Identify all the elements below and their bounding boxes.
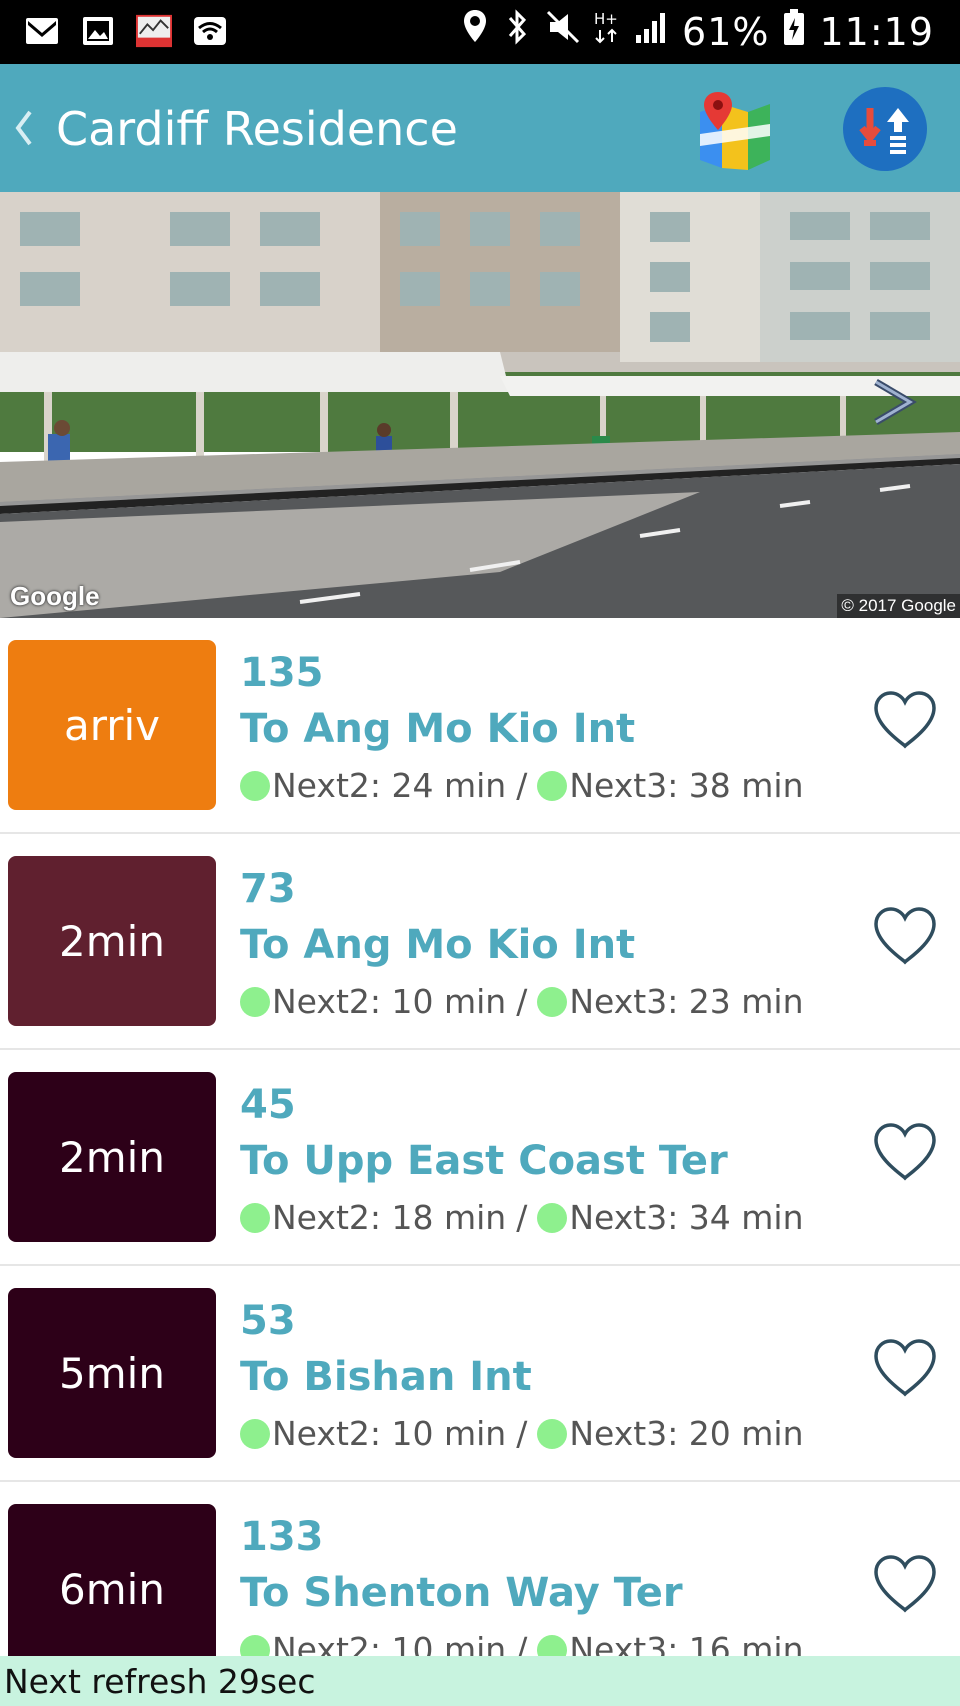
gallery-icon (80, 12, 116, 50)
separator: / (516, 982, 528, 1021)
next3-label: Next3: 23 min (569, 982, 804, 1021)
list-item[interactable]: 2min 73 To Ang Mo Kio Int Next2: 10 min … (0, 834, 960, 1050)
next3-label: Next3: 20 min (569, 1414, 804, 1453)
service-number: 133 (240, 1514, 324, 1560)
next-arrivals: Next2: 24 min / Next3: 38 min (240, 766, 804, 805)
refresh-bar: Next refresh 29sec (0, 1656, 960, 1706)
back-icon[interactable] (8, 104, 38, 152)
separator: / (516, 766, 528, 805)
favorite-heart-icon[interactable] (872, 1338, 938, 1398)
destination: To Upp East Coast Ter (240, 1138, 728, 1184)
refresh-countdown: Next refresh 29sec (4, 1662, 316, 1701)
separator: / (516, 1198, 528, 1237)
sort-icon[interactable] (842, 86, 928, 172)
list-item[interactable]: 2min 45 To Upp East Coast Ter Next2: 18 … (0, 1050, 960, 1266)
next-arrivals: Next2: 10 min / Next3: 20 min (240, 1414, 804, 1453)
bus-arrivals-list: arriv 135 To Ang Mo Kio Int Next2: 24 mi… (0, 618, 960, 1698)
next2-label: Next2: 18 min (272, 1198, 507, 1237)
eta-badge: arriv (8, 640, 216, 810)
eta-badge: 6min (8, 1504, 216, 1674)
favorite-heart-icon[interactable] (872, 906, 938, 966)
favorite-heart-icon[interactable] (872, 690, 938, 750)
eta-badge: 2min (8, 856, 216, 1026)
next-arrivals: Next2: 18 min / Next3: 34 min (240, 1198, 804, 1237)
next2-label: Next2: 10 min (272, 1414, 507, 1453)
list-item[interactable]: 5min 53 To Bishan Int Next2: 10 min / Ne… (0, 1266, 960, 1482)
destination: To Bishan Int (240, 1354, 532, 1400)
copyright-notice: © 2017 Google (837, 594, 960, 618)
separator: / (516, 1414, 528, 1453)
next2-label: Next2: 10 min (272, 982, 507, 1021)
next3-label: Next3: 34 min (569, 1198, 804, 1237)
app-bar: Cardiff Residence (0, 64, 960, 192)
svg-text:H+: H+ (594, 10, 618, 28)
status-bar: H+ 61% 11:19 (0, 0, 960, 64)
next3-label: Next3: 38 min (569, 766, 804, 805)
page-title: Cardiff Residence (56, 102, 458, 156)
status-dot-icon (537, 1202, 568, 1233)
street-view-illustration (0, 192, 960, 618)
system-status: H+ 61% 11:19 (462, 8, 934, 55)
status-dot-icon (537, 1418, 568, 1449)
destination: To Ang Mo Kio Int (240, 922, 636, 968)
location-icon (462, 8, 488, 55)
google-logo: Google (10, 581, 100, 611)
notification-icons (24, 12, 228, 50)
destination: To Shenton Way Ter (240, 1570, 683, 1616)
signal-icon (634, 10, 668, 54)
destination: To Ang Mo Kio Int (240, 706, 636, 752)
next2-label: Next2: 24 min (272, 766, 507, 805)
service-number: 135 (240, 650, 324, 696)
battery-percent: 61% (682, 9, 770, 54)
street-view-image[interactable]: Google © 2017 Google (0, 192, 960, 618)
map-icon[interactable] (698, 90, 772, 170)
battery-icon (783, 9, 805, 54)
service-number: 45 (240, 1082, 296, 1128)
status-dot-icon (537, 986, 568, 1017)
list-item[interactable]: arriv 135 To Ang Mo Kio Int Next2: 24 mi… (0, 618, 960, 834)
eta-badge: 5min (8, 1288, 216, 1458)
bluetooth-icon (502, 8, 532, 55)
status-dot-icon (240, 1418, 270, 1449)
favorite-heart-icon[interactable] (872, 1122, 938, 1182)
clock: 11:19 (819, 9, 934, 54)
mute-icon (546, 8, 580, 55)
hplus-data-icon: H+ (594, 8, 620, 55)
status-dot-icon (240, 770, 270, 801)
wifi-icon (192, 12, 228, 50)
service-number: 53 (240, 1298, 296, 1344)
status-dot-icon (240, 1202, 270, 1233)
app-thumbnail-icon (136, 12, 172, 50)
street-view-next-arrow-icon[interactable] (866, 376, 918, 428)
gmail-icon (24, 12, 60, 50)
eta-badge: 2min (8, 1072, 216, 1242)
status-dot-icon (240, 986, 270, 1017)
favorite-heart-icon[interactable] (872, 1554, 938, 1614)
service-number: 73 (240, 866, 296, 912)
next-arrivals: Next2: 10 min / Next3: 23 min (240, 982, 804, 1021)
status-dot-icon (537, 770, 568, 801)
